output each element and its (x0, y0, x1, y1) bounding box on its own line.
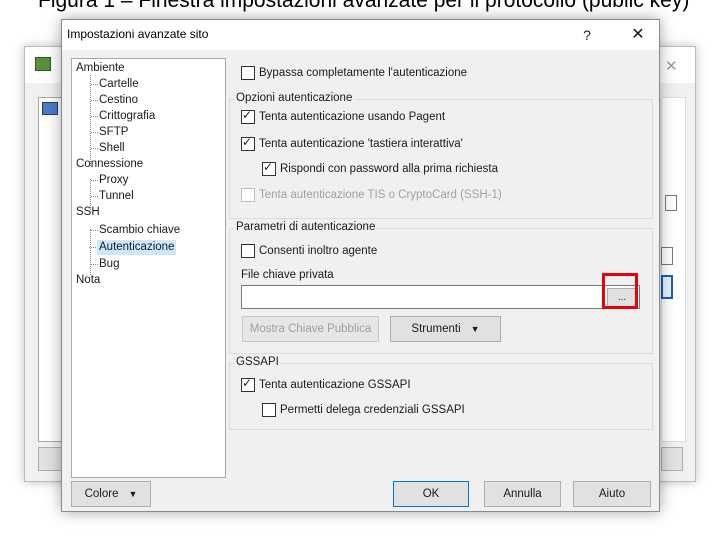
tools-button[interactable]: Strumenti ▼ (390, 316, 501, 342)
app-icon (35, 57, 51, 71)
tree-item-tunnel[interactable]: Tunnel (91, 189, 134, 204)
tree-item-autenticazione[interactable]: Autenticazione (88, 240, 177, 255)
auth-params-group: Parametri di autenticazione Consenti ino… (229, 221, 653, 354)
tree-item-bug[interactable]: Bug (90, 257, 119, 272)
respond-password-checkbox[interactable]: Rispondi con password alla prima richies… (262, 160, 498, 176)
color-button[interactable]: Colore ▼ (71, 481, 151, 507)
try-gssapi-checkbox[interactable]: Tenta autenticazione GSSAPI (241, 376, 411, 392)
tree-item-ssh[interactable]: SSH (76, 205, 100, 220)
gssapi-title: GSSAPI (234, 356, 281, 368)
parent-input[interactable] (661, 247, 673, 265)
gssapi-delegate-label: Permetti delega credenziali GSSAPI (280, 404, 465, 416)
tree-item-nota[interactable]: Nota (76, 273, 100, 288)
gssapi-delegate-box (262, 403, 276, 417)
parent-panel-right (661, 97, 686, 442)
settings-tree[interactable]: Ambiente Cartelle Cestino Crittografia S… (71, 58, 226, 478)
tis-cryptocard-box (241, 188, 255, 202)
pagent-label: Tenta autenticazione usando Pagent (259, 111, 446, 123)
pagent-box (241, 108, 255, 124)
agent-forwarding-box (241, 244, 255, 258)
document-caption: Figura 1 – Finestra impostazioni avanzat… (38, 0, 690, 12)
bypass-auth-box (241, 66, 255, 80)
parent-panel (38, 97, 62, 442)
help-button[interactable]: Aiuto (573, 481, 651, 507)
tis-cryptocard-label: Tenta autenticazione TIS o CryptoCard (S… (259, 189, 502, 201)
tis-cryptocard-checkbox: Tenta autenticazione TIS o CryptoCard (S… (241, 188, 502, 202)
gssapi-delegate-checkbox[interactable]: Permetti delega credenziali GSSAPI (262, 403, 465, 417)
respond-password-label: Rispondi con password alla prima richies… (280, 163, 498, 175)
bypass-auth-label: Bypassa completamente l'autenticazione (259, 67, 468, 79)
parent-button-right[interactable] (661, 447, 683, 471)
gssapi-group: GSSAPI Tenta autenticazione GSSAPI Perme… (229, 356, 653, 430)
pagent-checkbox[interactable]: Tenta autenticazione usando Pagent (241, 108, 446, 124)
auth-options-title: Opzioni autenticazione (234, 92, 355, 104)
tree-item-sftp[interactable]: SFTP (90, 125, 128, 140)
parent-button-left[interactable] (38, 447, 62, 471)
dialog-title: Impostazioni avanzate sito (67, 27, 209, 41)
agent-forwarding-label: Consenti inoltro agente (259, 245, 378, 257)
tree-item-cestino[interactable]: Cestino (91, 93, 138, 108)
advanced-site-settings-dialog: Impostazioni avanzate sito ? ✕ Ambiente … (61, 19, 660, 512)
try-gssapi-box (241, 376, 255, 392)
private-key-input[interactable] (241, 285, 640, 309)
chevron-down-icon: ▼ (470, 324, 480, 334)
tools-label: Strumenti (411, 323, 461, 335)
tree-item-connessione[interactable]: Connessione (76, 157, 143, 172)
try-gssapi-label: Tenta autenticazione GSSAPI (259, 379, 411, 391)
dialog-titlebar: Impostazioni avanzate sito ? ✕ (62, 20, 659, 50)
auth-params-title: Parametri di autenticazione (234, 221, 378, 233)
tree-item-ambiente[interactable]: Ambiente (76, 61, 125, 76)
tree-item-cartelle[interactable]: Cartelle (91, 77, 139, 92)
parent-close-icon: ✕ (665, 58, 678, 75)
keyboard-interactive-box (241, 135, 255, 151)
parent-spinner[interactable] (665, 195, 677, 211)
tree-item-scambio-chiave[interactable]: Scambio chiave (90, 223, 180, 238)
chevron-down-icon: ▼ (128, 489, 138, 499)
browse-highlight-box (602, 273, 638, 309)
respond-password-box (262, 160, 276, 176)
show-public-key-button: Mostra Chiave Pubblica (242, 316, 379, 342)
keyboard-interactive-checkbox[interactable]: Tenta autenticazione 'tastiera interatti… (241, 135, 463, 151)
private-key-label: File chiave privata (241, 269, 334, 281)
color-label: Colore (84, 488, 119, 500)
help-icon[interactable]: ? (573, 22, 601, 48)
tree-item-proxy[interactable]: Proxy (90, 173, 128, 188)
ok-button[interactable]: OK (393, 481, 469, 507)
bypass-auth-checkbox[interactable]: Bypassa completamente l'autenticazione (241, 66, 467, 80)
agent-forwarding-checkbox[interactable]: Consenti inoltro agente (241, 244, 377, 258)
computer-icon (42, 102, 58, 115)
parent-dropdown[interactable] (661, 275, 673, 299)
cancel-button[interactable]: Annulla (484, 481, 561, 507)
tree-item-shell[interactable]: Shell (91, 141, 125, 156)
tree-item-crittografia[interactable]: Crittografia (90, 109, 155, 124)
close-icon[interactable]: ✕ (622, 22, 654, 48)
auth-options-group: Opzioni autenticazione Tenta autenticazi… (229, 92, 653, 219)
keyboard-interactive-label: Tenta autenticazione 'tastiera interatti… (259, 138, 463, 150)
